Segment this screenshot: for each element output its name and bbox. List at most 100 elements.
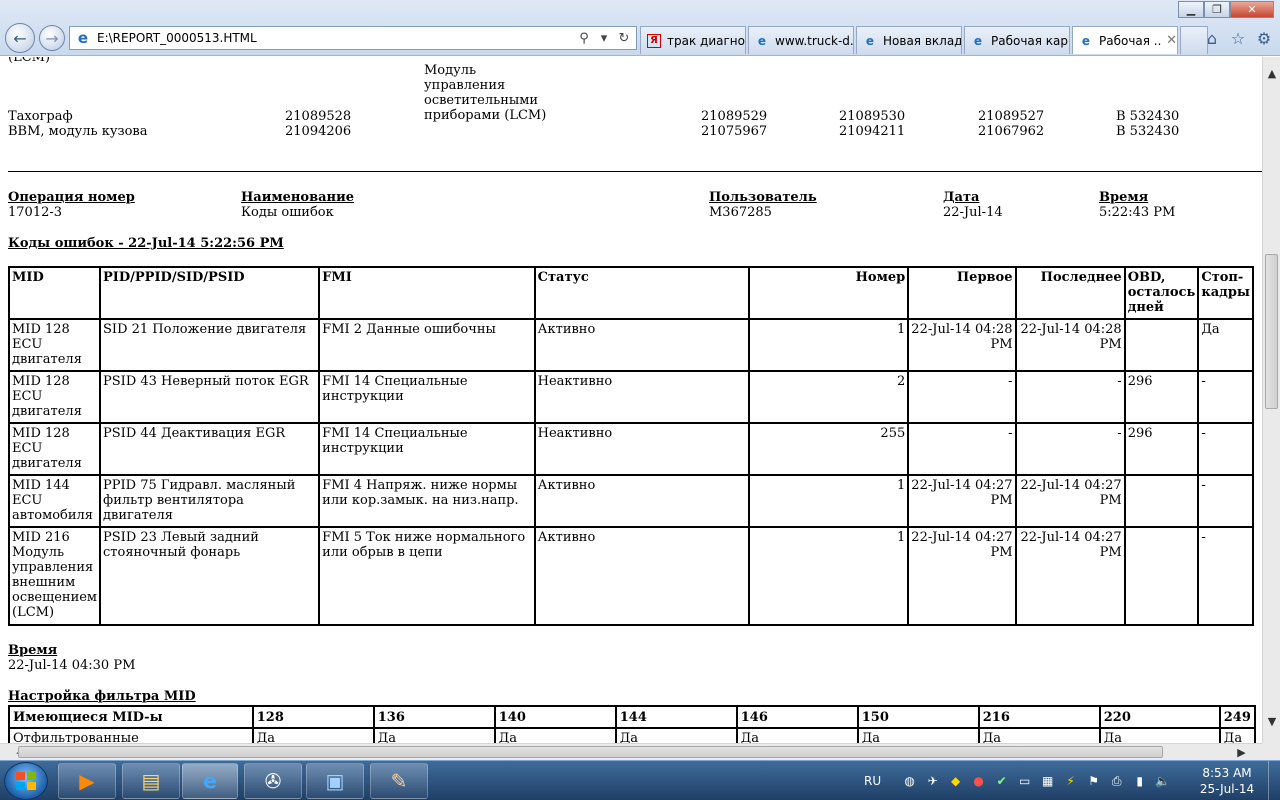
component-value: 21067962: [978, 124, 1045, 139]
tray-record-icon[interactable]: ●: [970, 773, 987, 790]
cell-status: Активно: [533, 474, 750, 528]
back-button[interactable]: ←: [5, 23, 35, 53]
cell-last: 22-Jul-14 04:27 PM: [1014, 526, 1126, 626]
tray-shield-icon[interactable]: ◆: [947, 773, 964, 790]
operation-time-label: Время: [1099, 190, 1149, 205]
cell-count: 1: [747, 318, 910, 372]
favorites-star-icon[interactable]: ☆: [1228, 28, 1248, 48]
cell-last: -: [1014, 422, 1126, 476]
diagnostic-app-icon: ✇: [264, 769, 282, 793]
cell-pid: PPID 75 Гидравл. масляный фильтр вентиля…: [99, 474, 321, 528]
close-window-button[interactable]: ✕: [1230, 1, 1274, 18]
taskbar-internet-explorer[interactable]: e: [182, 763, 238, 799]
language-indicator[interactable]: RU: [864, 774, 881, 788]
tab-5-active[interactable]: e Рабочая ... ✕: [1072, 26, 1178, 54]
forward-button[interactable]: →: [39, 25, 65, 51]
cell-count: 2: [747, 370, 910, 424]
show-desktop-button[interactable]: [1268, 761, 1280, 800]
vertical-scroll-thumb[interactable]: [1265, 254, 1278, 409]
cell-first: 22-Jul-14 04:27 PM: [907, 474, 1017, 528]
mid-value: 136: [372, 705, 496, 729]
address-bar[interactable]: e E:\REPORT_0000513.HTML ⚲ ▾ ↻: [69, 26, 637, 50]
tab-3[interactable]: e Новая вклад...: [856, 26, 962, 54]
dtc-table: MID PID/PPID/SID/PSID FMI Статус Номер П…: [7, 266, 1254, 626]
tray-device-icon[interactable]: ⎙: [1108, 773, 1125, 790]
picture-icon: ▣: [325, 769, 345, 793]
operation-date-label: Дата: [943, 190, 980, 205]
tab-label: Рабочая кар...: [991, 33, 1069, 48]
tray-check-icon[interactable]: ✔: [993, 773, 1010, 790]
gear-icon[interactable]: ⚙: [1254, 28, 1274, 48]
filtered-value: Да: [372, 727, 496, 743]
horizontal-scroll-thumb[interactable]: [18, 746, 1163, 758]
tray-globe-icon[interactable]: ◍: [901, 773, 918, 790]
home-icon[interactable]: ⌂: [1202, 28, 1222, 48]
page-viewport: (LCM) Модуль управления осветительными п…: [0, 57, 1262, 743]
scroll-down-icon[interactable]: ▼: [1263, 713, 1280, 730]
search-icon[interactable]: ⚲: [576, 31, 592, 46]
minimize-button[interactable]: ▁: [1178, 1, 1204, 18]
mid-filtered-row: Отфильтрованные Да Да Да Да Да Да Да Да …: [8, 727, 1257, 743]
cell-last: 22-Jul-14 04:27 PM: [1014, 474, 1126, 528]
table-row: MID 128 ECU двигателя SID 21 Положение д…: [7, 318, 1254, 372]
dropdown-icon[interactable]: ▾: [596, 31, 612, 46]
cell-freeze: Да: [1197, 318, 1254, 372]
cell-mid: MID 216 Модуль управления внешним освеще…: [7, 526, 102, 626]
col-header-last: Последнее: [1014, 266, 1126, 320]
tray-power-icon[interactable]: ⚡: [1062, 773, 1079, 790]
cell-last: -: [1014, 370, 1126, 424]
maximize-button[interactable]: ❐: [1204, 1, 1230, 18]
taskbar-picture-viewer[interactable]: ▣: [306, 763, 364, 799]
cell-mid: MID 144 ECU автомобиля: [7, 474, 102, 528]
clock-date: 25-Jul-14: [1199, 782, 1255, 796]
scroll-right-icon[interactable]: ▶: [1233, 744, 1250, 761]
component-value: 21089527: [978, 109, 1045, 124]
taskbar-clock[interactable]: 8:53 AM 25-Jul-14: [1192, 765, 1262, 797]
filtered-value: Да: [735, 727, 859, 743]
cell-fmi: FMI 14 Специальные инструкции: [318, 370, 536, 424]
cell-obd: [1123, 474, 1200, 528]
component-name: BBM, модуль кузова: [8, 124, 148, 139]
scroll-up-icon[interactable]: ▲: [1263, 65, 1280, 82]
horizontal-scrollbar[interactable]: ◀ ▶: [0, 743, 1262, 760]
cell-first: 22-Jul-14 04:27 PM: [907, 526, 1017, 626]
cell-freeze: -: [1197, 474, 1254, 528]
operation-number-label: Операция номер: [8, 190, 135, 205]
taskbar-diagnostic-app[interactable]: ✇: [244, 763, 302, 799]
cell-obd: [1123, 318, 1200, 372]
col-header-pid: PID/PPID/SID/PSID: [99, 266, 321, 320]
cell-count: 255: [747, 422, 910, 476]
volume-icon[interactable]: 🔈: [1154, 773, 1171, 790]
mid-value: 220: [1098, 705, 1221, 729]
tray-flag-icon[interactable]: ⚑: [1085, 773, 1102, 790]
vertical-scrollbar[interactable]: ▲ ▼: [1262, 57, 1280, 743]
taskbar-explorer[interactable]: ▤: [122, 763, 180, 799]
cell-freeze: -: [1197, 422, 1254, 476]
mid-value: 216: [977, 705, 1101, 729]
taskbar: ▶ ▤ e ✇ ▣ ✎ RU ◍ ✈ ◆ ● ✔ ▭ ▦ ⚡ ⚑ ⎙ ▮ 🔈 8…: [0, 760, 1280, 800]
taskbar-media-player[interactable]: ▶: [58, 763, 116, 799]
cell-pid: PSID 43 Неверный поток EGR: [99, 370, 321, 424]
table-row: MID 128 ECU двигателя PSID 43 Неверный п…: [7, 370, 1254, 424]
tab-2[interactable]: e www.truck-d...: [748, 26, 854, 54]
col-header-fmi: FMI: [318, 266, 536, 320]
tray-tool-icon[interactable]: ✈: [924, 773, 941, 790]
address-text[interactable]: E:\REPORT_0000513.HTML: [97, 31, 576, 45]
cell-obd: 296: [1123, 422, 1200, 476]
tab-4[interactable]: e Рабочая кар...: [964, 26, 1070, 54]
refresh-icon[interactable]: ↻: [616, 31, 632, 46]
tray-monitor-icon[interactable]: ▦: [1039, 773, 1056, 790]
tray-signal-icon[interactable]: ▮: [1131, 773, 1148, 790]
tab-label: трак диагно...: [667, 33, 745, 48]
table-row: MID 128 ECU двигателя PSID 44 Деактиваци…: [7, 422, 1254, 476]
component-part: 21094206: [285, 124, 352, 139]
cell-last: 22-Jul-14 04:28 PM: [1014, 318, 1126, 372]
close-tab-icon[interactable]: ✕: [1166, 33, 1177, 48]
tab-1[interactable]: Я трак диагно...: [640, 26, 746, 54]
taskbar-paint[interactable]: ✎: [370, 763, 428, 799]
tray-display-icon[interactable]: ▭: [1016, 773, 1033, 790]
component-value: 21089530: [839, 109, 906, 124]
start-button[interactable]: [4, 762, 48, 800]
mid-value: 249: [1218, 705, 1257, 729]
time-section-value: 22-Jul-14 04:30 PM: [8, 658, 136, 673]
